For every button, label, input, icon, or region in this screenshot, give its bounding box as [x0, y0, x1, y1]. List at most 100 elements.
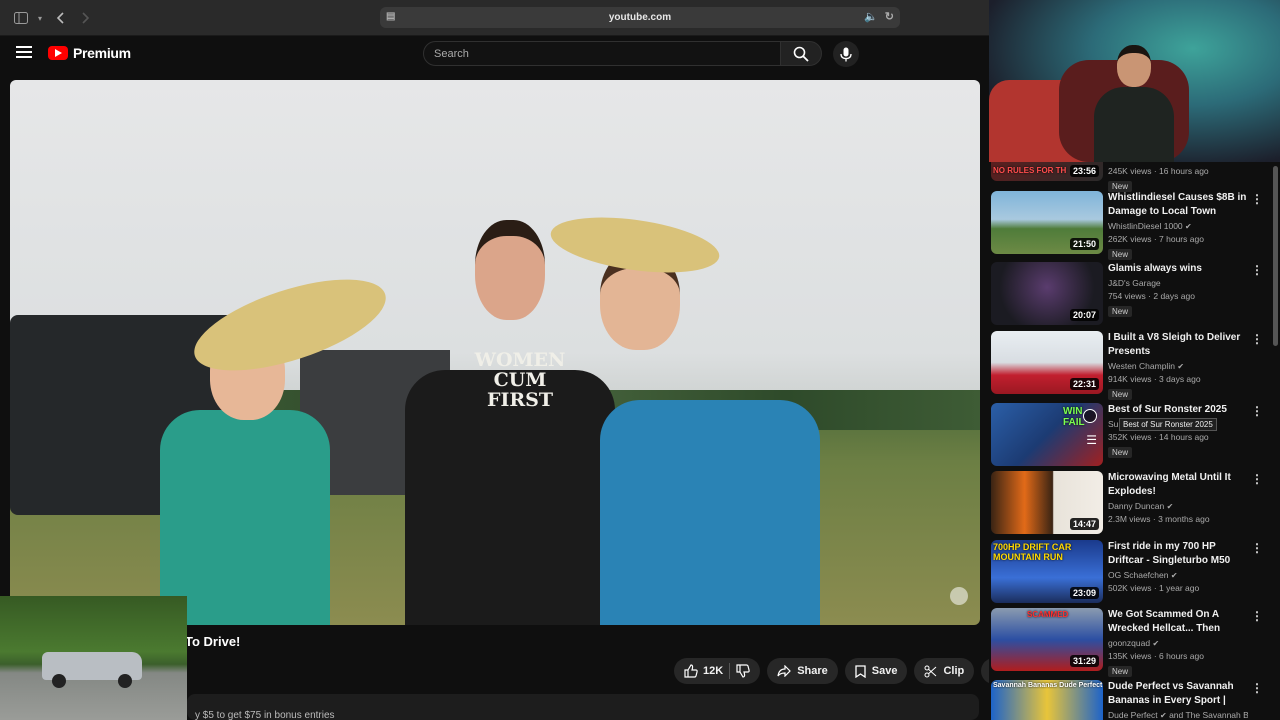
- search-icon: [793, 46, 809, 62]
- thumbnail-text: NO RULES FOR TH: [993, 166, 1067, 175]
- more-vertical-icon[interactable]: ⋮: [1251, 264, 1263, 276]
- video-title[interactable]: Glamis always wins: [1108, 262, 1248, 276]
- verified-icon: ✔: [1152, 639, 1160, 648]
- recommendation-card[interactable]: 21:50 Whistlindiesel Causes $8B in Damag…: [991, 191, 1271, 260]
- clip-button[interactable]: Clip: [914, 658, 975, 684]
- video-title[interactable]: I Built a V8 Sleigh to Deliver Presents: [1108, 331, 1248, 359]
- video-thumbnail[interactable]: 21:50: [991, 191, 1103, 254]
- youtube-header: Premium Search: [0, 36, 989, 72]
- share-button[interactable]: Share: [767, 658, 838, 684]
- video-info: Microwaving Metal Until It Explodes! Dan…: [1108, 471, 1248, 524]
- channel-name[interactable]: Danny Duncan: [1108, 501, 1164, 511]
- more-vertical-icon[interactable]: ⋮: [1251, 610, 1263, 622]
- video-info: We Got Scammed On A Wrecked Hellcat... T…: [1108, 608, 1248, 679]
- video-thumbnail[interactable]: 20:07: [991, 262, 1103, 325]
- description-snippet: y $5 to get $75 in bonus entries: [195, 710, 335, 720]
- video-info: Whistlindiesel Causes $8B in Damage to L…: [1108, 191, 1248, 262]
- dislike-button[interactable]: [736, 664, 750, 678]
- channel-name[interactable]: goonzquad: [1108, 638, 1150, 648]
- more-vertical-icon[interactable]: ⋮: [1251, 405, 1263, 417]
- save-button[interactable]: Save: [844, 658, 908, 684]
- thumbnail-text: SCAMMED: [1027, 610, 1069, 619]
- title-tooltip: Best of Sur Ronster 2025: [1119, 418, 1217, 431]
- recommendation-card[interactable]: NO RULES FOR TH 23:56 245K views · 16 ho…: [991, 162, 1271, 192]
- video-title[interactable]: Dude Perfect vs Savannah Bananas in Ever…: [1108, 680, 1248, 708]
- voice-search-button[interactable]: [833, 41, 859, 67]
- sidebar-scrollbar[interactable]: [1273, 166, 1278, 346]
- menu-icon[interactable]: [16, 44, 32, 60]
- bookmark-icon: [855, 664, 866, 678]
- youtube-premium-logo[interactable]: Premium: [48, 45, 131, 61]
- more-vertical-icon[interactable]: ⋮: [1251, 193, 1263, 205]
- more-vertical-icon[interactable]: ⋮: [1251, 473, 1263, 485]
- video-person-left: [140, 260, 396, 625]
- address-bar[interactable]: ▤ youtube.com 🔈 ↻: [380, 7, 900, 28]
- channel-name[interactable]: J&D's Garage: [1108, 278, 1161, 288]
- recommendation-card[interactable]: 14:47 Microwaving Metal Until It Explode…: [991, 471, 1271, 535]
- chevron-down-icon[interactable]: ▾: [31, 9, 49, 27]
- recommendation-card[interactable]: Savannah Bananas Dude Perfect Dude Perfe…: [991, 680, 1271, 720]
- video-info: 245K views · 16 hours ago New: [1108, 163, 1248, 194]
- channel-name[interactable]: OG Schaefchen: [1108, 570, 1168, 580]
- share-label: Share: [797, 665, 828, 677]
- recommendation-card[interactable]: 20:07 Glamis always wins J&D's Garage 75…: [991, 262, 1271, 326]
- video-thumbnail[interactable]: NO RULES FOR TH 23:56: [991, 162, 1103, 181]
- like-count: 12K: [703, 665, 724, 677]
- logo-text: Premium: [73, 45, 131, 61]
- new-badge: New: [1108, 249, 1133, 260]
- video-info: Best of Sur Ronster 2025 Su 352K views ·…: [1108, 403, 1248, 460]
- video-thumbnail[interactable]: WIN FAIL ☰: [991, 403, 1103, 466]
- video-info: Glamis always wins J&D's Garage 754 view…: [1108, 262, 1248, 319]
- verified-icon: ✔: [1177, 362, 1185, 371]
- more-vertical-icon[interactable]: ⋮: [1251, 682, 1263, 694]
- forward-icon[interactable]: [76, 9, 94, 27]
- duration-badge: 31:29: [1069, 655, 1099, 667]
- speaker-icon[interactable]: 🔈: [864, 10, 878, 23]
- video-thumbnail[interactable]: SCAMMED 31:29: [991, 608, 1103, 671]
- duration-badge: 14:47: [1069, 518, 1099, 530]
- recommendation-card[interactable]: 700HP DRIFT CAR MOUNTAIN RUN 23:09 First…: [991, 540, 1271, 604]
- video-title[interactable]: Microwaving Metal Until It Explodes!: [1108, 471, 1248, 499]
- share-icon: [777, 665, 792, 677]
- recommendation-card[interactable]: 22:31 I Built a V8 Sleigh to Deliver Pre…: [991, 331, 1271, 400]
- recommendation-card[interactable]: WIN FAIL ☰ Best of Sur Ronster 2025 Su 3…: [991, 403, 1271, 467]
- video-title[interactable]: First ride in my 700 HP Driftcar - Singl…: [1108, 540, 1248, 568]
- video-info: Dude Perfect vs Savannah Bananas in Ever…: [1108, 680, 1248, 720]
- like-divider: [729, 663, 731, 679]
- verified-icon: ✔: [1160, 711, 1167, 720]
- recommendation-card[interactable]: SCAMMED 31:29 We Got Scammed On A Wrecke…: [991, 608, 1271, 677]
- duration-badge: 20:07: [1069, 309, 1099, 321]
- more-vertical-icon[interactable]: ⋮: [1251, 542, 1263, 554]
- add-to-queue-icon[interactable]: ☰: [1086, 433, 1097, 447]
- video-title[interactable]: We Got Scammed On A Wrecked Hellcat... T…: [1108, 608, 1248, 636]
- back-icon[interactable]: [52, 9, 70, 27]
- new-badge: New: [1108, 447, 1133, 458]
- verified-icon: ✔: [1185, 222, 1192, 231]
- reload-icon[interactable]: ↻: [885, 10, 894, 23]
- duration-badge: 23:56: [1069, 165, 1099, 177]
- video-thumbnail[interactable]: Savannah Bananas Dude Perfect: [991, 680, 1103, 720]
- page-menu-icon[interactable]: ▤: [386, 11, 398, 23]
- like-button[interactable]: 12K: [684, 664, 723, 678]
- video-meta: 262K views · 7 hours ago: [1108, 234, 1204, 244]
- video-thumbnail[interactable]: 22:31: [991, 331, 1103, 394]
- search-button[interactable]: [780, 41, 822, 66]
- channel-name[interactable]: Su: [1108, 419, 1118, 429]
- channel-name[interactable]: WhistlinDiesel 1000: [1108, 221, 1183, 231]
- watch-later-icon[interactable]: [1083, 409, 1097, 423]
- channel-name[interactable]: Dude Perfect: [1108, 710, 1158, 720]
- search-input[interactable]: Search: [423, 41, 781, 66]
- channel-name[interactable]: Westen Champlin: [1108, 361, 1175, 371]
- video-title[interactable]: Whistlindiesel Causes $8B in Damage to L…: [1108, 191, 1248, 219]
- video-actions: 12K Share Save Clip ...: [674, 658, 1008, 684]
- video-player[interactable]: WOMEN CUM FIRST: [10, 80, 980, 625]
- verified-icon: ✔: [1166, 502, 1174, 511]
- video-thumbnail[interactable]: 700HP DRIFT CAR MOUNTAIN RUN 23:09: [991, 540, 1103, 603]
- more-vertical-icon[interactable]: ⋮: [1251, 333, 1263, 345]
- sidebar-toggle-icon[interactable]: [12, 9, 30, 27]
- overlay-truck-wheel: [52, 674, 66, 688]
- description-box[interactable]: y $5 to get $75 in bonus entries: [187, 694, 979, 720]
- video-title[interactable]: Best of Sur Ronster 2025: [1108, 403, 1248, 417]
- video-thumbnail[interactable]: 14:47: [991, 471, 1103, 534]
- url-text: youtube.com: [608, 12, 672, 23]
